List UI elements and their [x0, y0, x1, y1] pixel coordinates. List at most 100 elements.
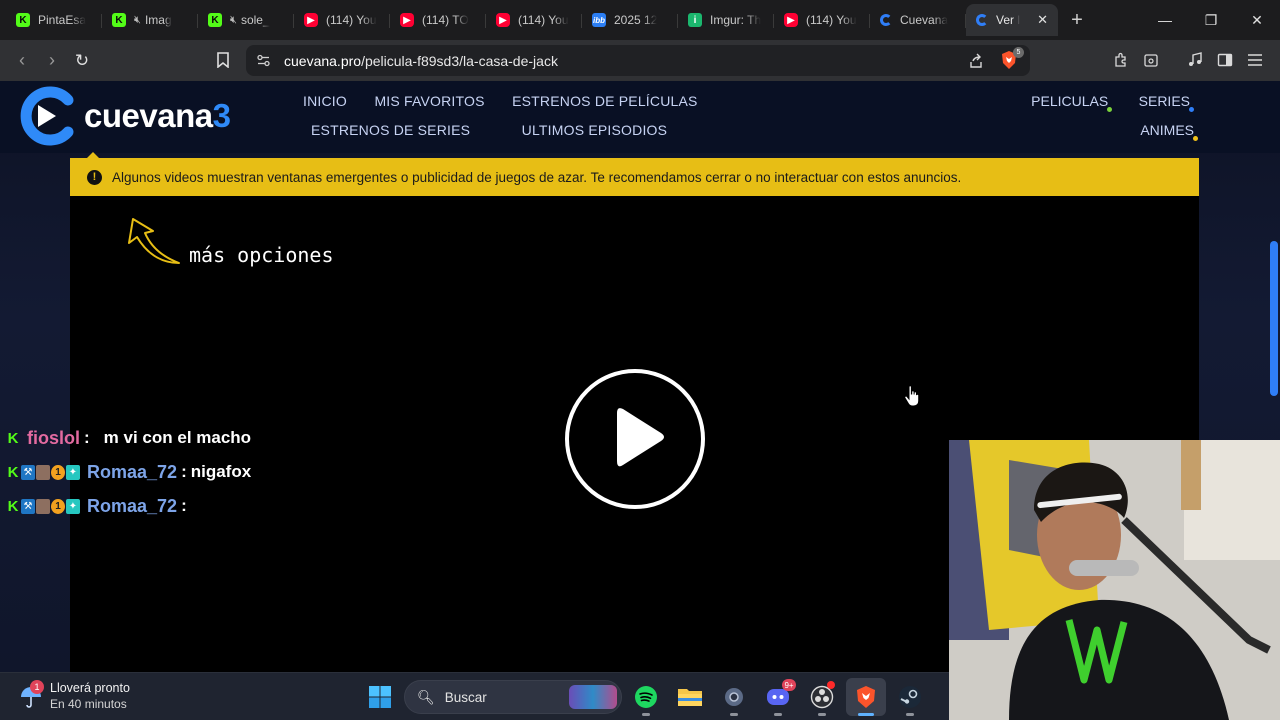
- new-tab-button[interactable]: +: [1062, 5, 1092, 35]
- nav-estrenos-peliculas[interactable]: ESTRENOS DE PELÍCULAS: [512, 93, 697, 109]
- browser-tab[interactable]: Cuevana: [870, 4, 966, 36]
- browser-tab[interactable]: K 🔇︎ sole_: [198, 4, 294, 36]
- tab-title: (114) You: [326, 13, 377, 27]
- nav-peliculas[interactable]: PELICULAS: [1031, 93, 1113, 112]
- logo-wordmark: cuevana3: [84, 97, 231, 135]
- browser-tab[interactable]: ▶ (114) You: [294, 4, 390, 36]
- back-button[interactable]: ‹: [7, 46, 37, 76]
- webcam-image: [949, 440, 1280, 720]
- nav-ultimos-episodios[interactable]: ULTIMOS EPISODIOS: [522, 122, 668, 138]
- site-logo[interactable]: cuevana3: [18, 86, 231, 146]
- cuevana-logo-icon: [18, 86, 78, 146]
- tab-title: sole_: [240, 13, 270, 27]
- close-window-button[interactable]: ✕: [1234, 0, 1280, 40]
- discord-badge: 9+: [782, 679, 796, 691]
- site-header: cuevana3 INICIO MIS FAVORITOS ESTRENOS D…: [0, 81, 1280, 153]
- minimize-button[interactable]: —: [1142, 0, 1188, 40]
- youtube-icon: ▶: [400, 13, 414, 27]
- file-explorer-icon[interactable]: [670, 678, 710, 716]
- play-button[interactable]: [565, 369, 705, 509]
- secondary-nav: PELICULAS SERIES ANIMES: [970, 93, 1198, 151]
- site-info-icon[interactable]: [256, 53, 271, 68]
- nav-animes[interactable]: ANIMES: [1140, 122, 1198, 141]
- restore-button[interactable]: ❐: [1188, 0, 1234, 40]
- gift-badge-icon: ✦: [66, 498, 80, 514]
- scrollbar-thumb[interactable]: [1270, 241, 1278, 396]
- pickaxe-badge-icon: ⚒: [21, 498, 35, 514]
- nav-series[interactable]: SERIES: [1139, 93, 1195, 112]
- nav-inicio[interactable]: INICIO: [303, 93, 347, 109]
- muted-speaker-icon[interactable]: 🔇︎: [230, 14, 237, 27]
- nav-mis-favoritos[interactable]: MIS FAVORITOS: [374, 93, 484, 109]
- chat-text: nigafox: [190, 462, 252, 481]
- kick-badge-icon: K: [7, 497, 19, 515]
- windows-logo-icon: [369, 686, 391, 708]
- settings-gear-icon[interactable]: [714, 678, 754, 716]
- muted-speaker-icon[interactable]: 🔇︎: [134, 14, 141, 27]
- running-indicator: [906, 713, 914, 716]
- taskbar-icons: 🔍︎ Buscar 9+: [360, 678, 934, 716]
- browser-tab[interactable]: ▶ (114) You: [486, 4, 582, 36]
- window-controls: — ❐ ✕: [1142, 0, 1280, 40]
- youtube-icon: ▶: [784, 13, 798, 27]
- browser-tab[interactable]: i Imgur: Th: [678, 4, 774, 36]
- forward-button[interactable]: ›: [37, 46, 67, 76]
- tab-title: (114) You: [806, 13, 857, 27]
- media-controls-icon[interactable]: [1180, 45, 1210, 75]
- tab-list: K PintaEsa K 🔇︎ Imag K 🔇︎ sole_ ▶ (114) You ▶ (114)…: [0, 0, 1058, 40]
- chat-username[interactable]: Romaa_72: [87, 462, 177, 483]
- brave-browser-icon[interactable]: [846, 678, 886, 716]
- chat-badges: K: [6, 429, 21, 447]
- more-options-hint[interactable]: más opciones: [125, 213, 334, 274]
- menu-icon[interactable]: [1240, 45, 1270, 75]
- browser-tab[interactable]: ▶ (114) TO: [390, 4, 486, 36]
- main-nav: INICIO MIS FAVORITOS ESTRENOS DE PELÍCUL…: [295, 93, 875, 151]
- brave-shields-icon[interactable]: 5: [1000, 47, 1024, 70]
- address-bar[interactable]: cuevana.pro/pelicula-f89sd3/la-casa-de-j…: [246, 45, 1030, 76]
- browser-tab[interactable]: Ver l ✕: [966, 4, 1058, 36]
- imgur-icon: i: [688, 13, 702, 27]
- url-host: cuevana.pro: [284, 52, 362, 69]
- gold-badge-icon: 1: [51, 498, 65, 514]
- search-icon: 🔍︎: [417, 688, 435, 705]
- steam-icon[interactable]: [890, 678, 930, 716]
- nav-estrenos-series[interactable]: ESTRENOS DE SERIES: [311, 122, 470, 138]
- tab-title: (114) TO: [422, 13, 469, 27]
- browser-toolbar: ‹ › ↻ cuevana.pro/pelicula-f89sd3/la-cas…: [0, 40, 1280, 81]
- browser-tab[interactable]: ▶ (114) You: [774, 4, 870, 36]
- bookmark-button[interactable]: [208, 45, 238, 75]
- kick-badge-icon: K: [7, 429, 19, 447]
- running-indicator: [818, 713, 826, 716]
- reload-button[interactable]: ↻: [67, 46, 97, 76]
- wallet-icon[interactable]: [1136, 45, 1166, 75]
- obs-icon[interactable]: [802, 678, 842, 716]
- weather-subtitle: En 40 minutos: [50, 697, 127, 711]
- browser-tab[interactable]: K 🔇︎ Imag: [102, 4, 198, 36]
- browser-tab[interactable]: ibb 2025 12: [582, 4, 678, 36]
- running-indicator: [730, 713, 738, 716]
- extensions-icon[interactable]: [1106, 45, 1136, 75]
- chat-username[interactable]: Romaa_72: [87, 496, 177, 517]
- share-icon[interactable]: [968, 53, 984, 69]
- more-options-label: más opciones: [189, 243, 334, 267]
- shield-count-badge: 5: [1013, 47, 1024, 58]
- imgbb-icon: ibb: [592, 13, 606, 27]
- weather-widget[interactable]: 1 Lloverá pronto En 40 minutos: [18, 680, 130, 711]
- close-tab-icon[interactable]: ✕: [1037, 12, 1048, 28]
- arrow-up-left-icon: [128, 218, 180, 264]
- start-button[interactable]: [360, 678, 400, 716]
- chat-username[interactable]: fioslol: [27, 428, 80, 449]
- taskbar-search[interactable]: 🔍︎ Buscar: [404, 680, 622, 714]
- discord-icon[interactable]: 9+: [758, 678, 798, 716]
- sidebar-toggle-icon[interactable]: [1210, 45, 1240, 75]
- browser-tab[interactable]: K PintaEsa: [6, 4, 102, 36]
- toolbar-right-buttons: [1106, 45, 1270, 75]
- logo-number: 3: [212, 97, 231, 134]
- tab-title: Cuevana: [900, 13, 949, 27]
- url-path: /pelicula-f89sd3/la-casa-de-jack: [361, 52, 558, 69]
- warning-text: Algunos videos muestran ventanas emergen…: [112, 169, 962, 185]
- gift-badge-icon: ✦: [66, 464, 80, 480]
- spotify-icon[interactable]: [626, 678, 666, 716]
- active-indicator: [858, 713, 874, 716]
- tab-title: PintaEsa: [38, 13, 87, 27]
